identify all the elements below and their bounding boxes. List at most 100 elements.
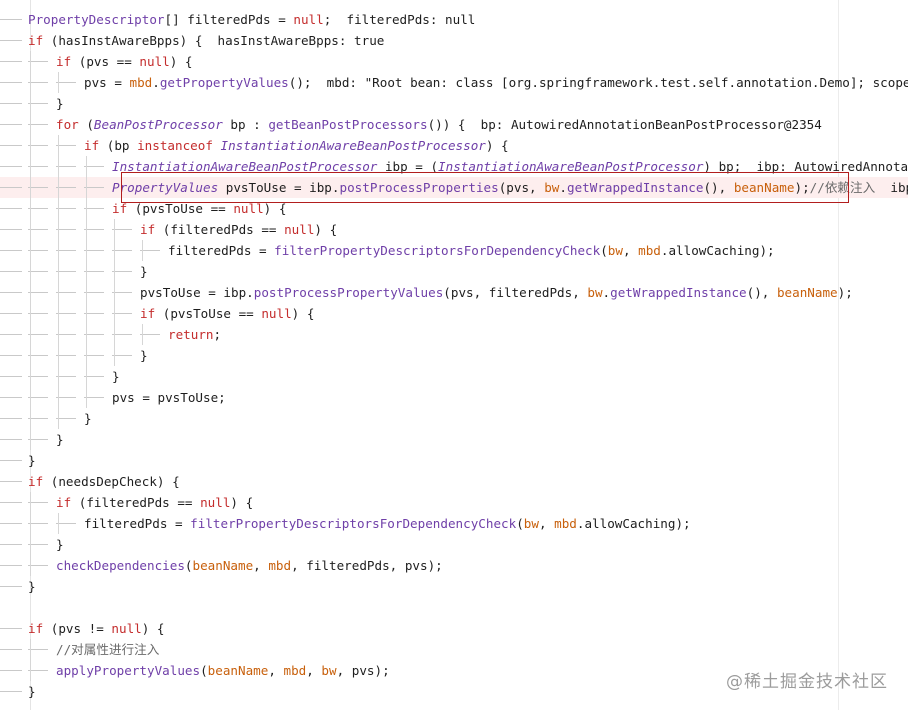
code-line[interactable]: }: [0, 345, 908, 366]
code-token: (needsDepCheck) {: [43, 474, 180, 489]
code-token: pvsToUse = ibp.: [140, 285, 254, 300]
code-line[interactable]: }: [0, 576, 908, 597]
code-line[interactable]: pvs = mbd.getPropertyValues(); mbd: "Roo…: [0, 72, 908, 93]
code-line[interactable]: if (pvs != null) {: [0, 618, 908, 639]
code-line[interactable]: }: [0, 429, 908, 450]
code-token: getBeanPostProcessors: [268, 117, 428, 132]
code-token: ) {: [230, 495, 254, 510]
code-token: bp :: [222, 117, 269, 132]
code-token: null: [139, 54, 170, 69]
code-token: ibp = (: [377, 159, 439, 174]
indent-guide: [28, 418, 48, 419]
indent-guide: [0, 460, 22, 461]
code-token: checkDependencies: [56, 558, 185, 573]
code-text: pvs = mbd.getPropertyValues(); mbd: "Roo…: [84, 72, 908, 93]
indent-guide: [28, 565, 48, 566]
code-line[interactable]: if (pvsToUse == null) {: [0, 303, 908, 324]
code-line[interactable]: if (filteredPds == null) {: [0, 492, 908, 513]
code-token: null: [261, 306, 292, 321]
code-text: }: [56, 93, 64, 114]
code-line[interactable]: pvsToUse = ibp.postProcessPropertyValues…: [0, 282, 908, 303]
indent-guide: [0, 82, 22, 83]
code-line[interactable]: checkDependencies(beanName, mbd, filtere…: [0, 555, 908, 576]
code-token: }: [112, 369, 120, 384]
code-token: ) {: [263, 201, 287, 216]
code-token: pvs =: [84, 75, 130, 90]
code-line[interactable]: filteredPds = filterPropertyDescriptorsF…: [0, 240, 908, 261]
code-line[interactable]: if (needsDepCheck) {: [0, 471, 908, 492]
code-line[interactable]: return;: [0, 324, 908, 345]
indent-guide: [28, 250, 48, 251]
code-line[interactable]: }: [0, 534, 908, 555]
code-token: }: [28, 453, 36, 468]
indent-guide: [0, 586, 22, 587]
code-token: ,: [306, 663, 322, 678]
indent-guide: [28, 439, 48, 440]
indent-guide: [84, 292, 104, 293]
code-text: if (hasInstAwareBpps) { hasInstAwareBpps…: [28, 30, 384, 51]
indent-guide: [0, 19, 22, 20]
indent-guide: [56, 334, 76, 335]
code-token: ibp: AutowiredAnnotationBeanPostProcesso…: [890, 180, 908, 195]
code-token: beanName: [733, 180, 795, 195]
code-editor[interactable]: PropertyDescriptor[] filteredPds = null;…: [0, 0, 908, 710]
indent-guide: [28, 397, 48, 398]
code-token: }: [28, 579, 36, 594]
code-token: mbd: [283, 663, 307, 678]
indent-guide: [56, 397, 76, 398]
indent-guide: [28, 82, 48, 83]
code-text: return;: [168, 324, 221, 345]
code-token: , filteredPds, pvs);: [291, 558, 443, 573]
indent-guide: [28, 334, 48, 335]
indent-guide: [28, 187, 48, 188]
indent-guide: [0, 355, 22, 356]
indent-guide: [84, 313, 104, 314]
code-token: .allowCaching);: [576, 516, 691, 531]
indent-guide: [112, 313, 132, 314]
code-token: ,: [622, 243, 639, 258]
code-line[interactable]: }: [0, 408, 908, 429]
indent-guide: [84, 271, 104, 272]
code-token: ) {: [141, 621, 165, 636]
code-token: mbd: [268, 558, 292, 573]
code-text: }: [28, 450, 36, 471]
code-line[interactable]: if (pvsToUse == null) {: [0, 198, 908, 219]
code-line[interactable]: InstantiationAwareBeanPostProcessor ibp …: [0, 156, 908, 177]
code-token: bw: [321, 663, 337, 678]
code-line[interactable]: if (filteredPds == null) {: [0, 219, 908, 240]
code-line[interactable]: PropertyDescriptor[] filteredPds = null;…: [0, 9, 908, 30]
code-line[interactable]: filteredPds = filterPropertyDescriptorsF…: [0, 513, 908, 534]
indent-connector: [58, 135, 59, 429]
code-token: null: [284, 222, 315, 237]
code-line[interactable]: if (bp instanceof InstantiationAwareBean…: [0, 135, 908, 156]
code-token: getWrappedInstance: [566, 180, 704, 195]
code-line[interactable]: pvs = pvsToUse;: [0, 387, 908, 408]
indent-guide: [28, 355, 48, 356]
code-text: PropertyDescriptor[] filteredPds = null;…: [28, 9, 475, 30]
code-line[interactable]: }: [0, 93, 908, 114]
indent-guide: [28, 124, 48, 125]
code-token: (: [184, 558, 193, 573]
indent-guide: [84, 355, 104, 356]
code-token: }: [56, 96, 64, 111]
code-line[interactable]: [0, 597, 908, 618]
code-token: (filteredPds ==: [155, 222, 285, 237]
code-token: (: [600, 243, 608, 258]
code-text: //对属性进行注入: [56, 639, 159, 660]
code-line[interactable]: }: [0, 366, 908, 387]
code-line[interactable]: if (hasInstAwareBpps) { hasInstAwareBpps…: [0, 30, 908, 51]
indent-connector: [58, 72, 59, 93]
code-token: .: [602, 285, 611, 300]
code-line[interactable]: for (BeanPostProcessor bp : getBeanPostP…: [0, 114, 908, 135]
code-line[interactable]: }: [0, 450, 908, 471]
code-line[interactable]: PropertyValues pvsToUse = ibp.postProces…: [0, 177, 908, 198]
indent-guide: [28, 292, 48, 293]
code-line[interactable]: }: [0, 261, 908, 282]
code-line[interactable]: //对属性进行注入: [0, 639, 908, 660]
code-token: }: [56, 432, 64, 447]
indent-guide: [56, 208, 76, 209]
code-line[interactable]: if (pvs == null) {: [0, 51, 908, 72]
indent-guide: [56, 292, 76, 293]
code-token: ) bp; ibp: AutowiredAnnotationBeanPostPr…: [703, 159, 908, 174]
indent-guide: [140, 250, 160, 251]
